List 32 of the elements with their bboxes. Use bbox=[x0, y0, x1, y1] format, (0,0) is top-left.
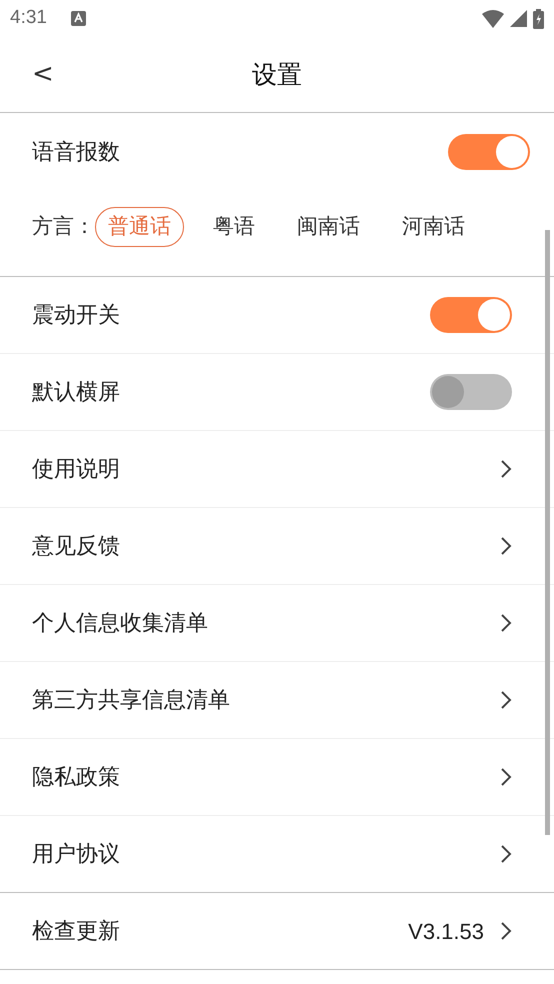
toggle-switch[interactable] bbox=[430, 374, 512, 410]
signal-icon bbox=[510, 10, 527, 27]
setting-label: 默认横屏 bbox=[32, 378, 120, 406]
notification-icon bbox=[70, 11, 86, 26]
chevron-right-icon bbox=[500, 767, 512, 787]
chevron-right-icon bbox=[500, 690, 512, 710]
chevron-right-icon bbox=[500, 459, 512, 479]
setting-label: 震动开关 bbox=[32, 302, 120, 330]
setting-label: 第三方共享信息清单 bbox=[32, 686, 230, 714]
wifi-icon bbox=[482, 10, 504, 28]
back-button[interactable]: < bbox=[28, 55, 58, 94]
chevron-right-icon bbox=[500, 921, 512, 941]
dialect-label: 方言： bbox=[32, 212, 95, 240]
setting-label: 隐私政策 bbox=[32, 764, 120, 792]
dialect-option[interactable]: 粤语 bbox=[200, 206, 268, 246]
chevron-right-icon bbox=[500, 844, 512, 864]
setting-label: 检查更新 bbox=[32, 918, 120, 946]
chevron-right-icon bbox=[500, 613, 512, 633]
setting-label: 使用说明 bbox=[32, 456, 120, 484]
status-time: 4:31 bbox=[10, 6, 47, 30]
setting-label: 用户协议 bbox=[32, 840, 120, 868]
setting-label: 个人信息收集清单 bbox=[32, 610, 208, 638]
toggle-switch[interactable] bbox=[430, 297, 512, 333]
setting-label: 语音报数 bbox=[32, 138, 120, 166]
setting-label: 意见反馈 bbox=[32, 532, 120, 560]
dialect-option[interactable]: 河南话 bbox=[389, 206, 478, 246]
version-text: V3.1.53 bbox=[408, 918, 484, 946]
page-title: 设置 bbox=[252, 58, 302, 91]
battery-icon bbox=[533, 8, 544, 28]
toggle-switch[interactable] bbox=[448, 134, 530, 170]
dialect-option[interactable]: 闽南话 bbox=[284, 206, 373, 246]
chevron-right-icon bbox=[500, 536, 512, 556]
